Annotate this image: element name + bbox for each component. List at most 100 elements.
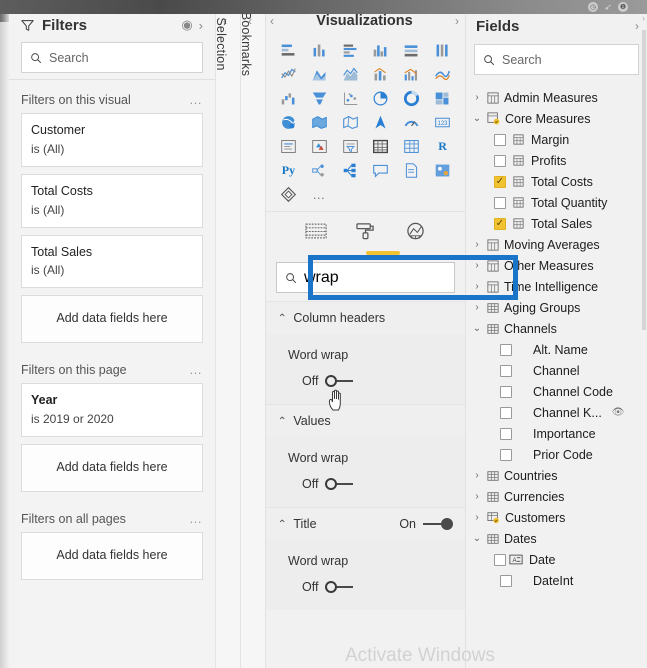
field-checkbox[interactable]: [500, 406, 512, 419]
field-table-dates[interactable]: ⌄ Dates: [466, 528, 647, 549]
pin-icon[interactable]: ➶: [603, 2, 613, 12]
field-checkbox[interactable]: [494, 133, 506, 146]
100-stacked-bar-chart-icon[interactable]: [397, 40, 426, 61]
field-item-profits[interactable]: Profits: [466, 150, 647, 171]
stacked-bar-chart-icon[interactable]: [274, 40, 303, 61]
field-item-margin[interactable]: Margin: [466, 129, 647, 150]
field-item-channel-key[interactable]: Channel K... 👁: [466, 402, 647, 423]
field-table-moving-averages[interactable]: › Moving Averages: [466, 234, 647, 255]
info-icon[interactable]: ❶: [618, 2, 628, 12]
filters-search-input[interactable]: Search: [21, 42, 203, 73]
field-item-channel-code[interactable]: Channel Code: [466, 381, 647, 402]
chevron-down-icon[interactable]: ⌄: [472, 323, 482, 334]
field-item-channel[interactable]: Channel: [466, 360, 647, 381]
field-item-total-sales[interactable]: Total Sales: [466, 213, 647, 234]
python-visual-icon[interactable]: Py: [274, 160, 303, 181]
chevron-right-icon[interactable]: ›: [472, 512, 482, 523]
format-search-input[interactable]: wrap: [276, 262, 455, 293]
shape-map-icon[interactable]: [336, 112, 365, 133]
clustered-bar-chart-icon[interactable]: [336, 40, 365, 61]
field-table-core-measures[interactable]: ⌄ Core Measures: [466, 108, 647, 129]
kpi-icon[interactable]: [305, 136, 334, 157]
donut-chart-icon[interactable]: [397, 88, 426, 109]
filter-card-total-sales[interactable]: Total Sales is (All): [21, 234, 203, 289]
collapse-fields-icon[interactable]: ›: [635, 19, 639, 33]
clock-icon[interactable]: ◷: [588, 2, 598, 12]
bookmarks-pane-tab[interactable]: ‹ Bookmarks: [239, 0, 265, 668]
field-table-channels[interactable]: ⌄ Channels: [466, 318, 647, 339]
field-item-alt-name[interactable]: Alt. Name: [466, 339, 647, 360]
section-menu-icon[interactable]: …: [189, 362, 203, 377]
field-table-currencies[interactable]: › Currencies: [466, 486, 647, 507]
filled-map-icon[interactable]: [305, 112, 334, 133]
azure-map-icon[interactable]: [367, 112, 396, 133]
word-wrap-toggle-values[interactable]: Off: [288, 477, 453, 491]
field-table-customers[interactable]: › Customers: [466, 507, 647, 528]
toggle-switch[interactable]: [423, 518, 453, 530]
field-item-date[interactable]: A Date: [466, 549, 647, 570]
field-checkbox[interactable]: [500, 448, 512, 461]
toggle-switch[interactable]: [325, 375, 355, 387]
field-item-dateint[interactable]: DateInt: [466, 570, 647, 591]
r-script-visual-icon[interactable]: R: [428, 136, 457, 157]
field-checkbox[interactable]: [500, 343, 512, 356]
100-stacked-column-chart-icon[interactable]: [428, 40, 457, 61]
fields-search-input[interactable]: Search: [474, 44, 639, 75]
field-table-countries[interactable]: › Countries: [466, 465, 647, 486]
qa-visual-icon[interactable]: [367, 160, 396, 181]
multi-row-card-icon[interactable]: [274, 136, 303, 157]
field-checkbox[interactable]: [494, 175, 506, 188]
line-stacked-column-chart-icon[interactable]: [367, 64, 396, 85]
field-table-other-measures[interactable]: › Other Measures: [466, 255, 647, 276]
field-checkbox[interactable]: [494, 217, 506, 230]
paginated-report-icon[interactable]: [397, 160, 426, 181]
decomposition-tree-icon[interactable]: [305, 160, 334, 181]
filter-card-year[interactable]: Year is 2019 or 2020: [21, 383, 203, 437]
field-item-total-quantity[interactable]: Total Quantity: [466, 192, 647, 213]
fields-scrollbar[interactable]: [642, 30, 646, 330]
expand-filters-icon[interactable]: ›: [199, 18, 203, 33]
clustered-column-chart-icon[interactable]: [367, 40, 396, 61]
chevron-right-icon[interactable]: ›: [472, 239, 482, 250]
stacked-column-chart-icon[interactable]: [305, 40, 334, 61]
field-item-total-costs[interactable]: Total Costs: [466, 171, 647, 192]
field-checkbox[interactable]: [494, 553, 506, 566]
field-checkbox[interactable]: [500, 385, 512, 398]
filter-card-customer[interactable]: Customer is (All): [21, 113, 203, 167]
stacked-area-chart-icon[interactable]: [336, 64, 365, 85]
funnel-chart-icon[interactable]: [305, 88, 334, 109]
chevron-right-icon[interactable]: ›: [472, 281, 482, 292]
filter-dropzone-all-pages[interactable]: Add data fields here: [21, 532, 203, 580]
card-icon[interactable]: 123: [428, 112, 457, 133]
scatter-chart-icon[interactable]: [336, 88, 365, 109]
format-section-column-headers[interactable]: ⌃ Column headers: [266, 301, 465, 334]
section-menu-icon[interactable]: …: [189, 511, 203, 526]
gauge-icon[interactable]: [397, 112, 426, 133]
word-wrap-toggle-title[interactable]: Off: [288, 580, 453, 594]
area-chart-icon[interactable]: [305, 64, 334, 85]
filter-dropzone-page[interactable]: Add data fields here: [21, 444, 203, 492]
ribbon-chart-icon[interactable]: [428, 64, 457, 85]
field-checkbox[interactable]: [500, 427, 512, 440]
chevron-right-icon[interactable]: ›: [472, 302, 482, 313]
field-table-admin-measures[interactable]: › Admin Measures: [466, 87, 647, 108]
filter-card-total-costs[interactable]: Total Costs is (All): [21, 173, 203, 228]
more-options-icon[interactable]: …: [305, 184, 334, 205]
toggle-switch[interactable]: [325, 478, 355, 490]
chevron-right-icon[interactable]: ›: [472, 92, 482, 103]
chevron-down-icon[interactable]: ⌄: [472, 533, 482, 544]
filter-dropzone-visual[interactable]: Add data fields here: [21, 295, 203, 344]
treemap-icon[interactable]: [428, 88, 457, 109]
arcgis-map-icon[interactable]: [428, 160, 457, 181]
matrix-icon[interactable]: [397, 136, 426, 157]
line-chart-icon[interactable]: [274, 64, 303, 85]
chevron-right-icon[interactable]: ›: [455, 14, 459, 28]
analytics-tab[interactable]: [404, 220, 428, 242]
toggle-switch[interactable]: [325, 581, 355, 593]
waterfall-chart-icon[interactable]: [274, 88, 303, 109]
key-influencers-icon[interactable]: [336, 160, 365, 181]
format-section-values[interactable]: ⌃ Values: [266, 404, 465, 437]
field-checkbox[interactable]: [494, 154, 506, 167]
slicer-icon[interactable]: [336, 136, 365, 157]
field-item-importance[interactable]: Importance: [466, 423, 647, 444]
